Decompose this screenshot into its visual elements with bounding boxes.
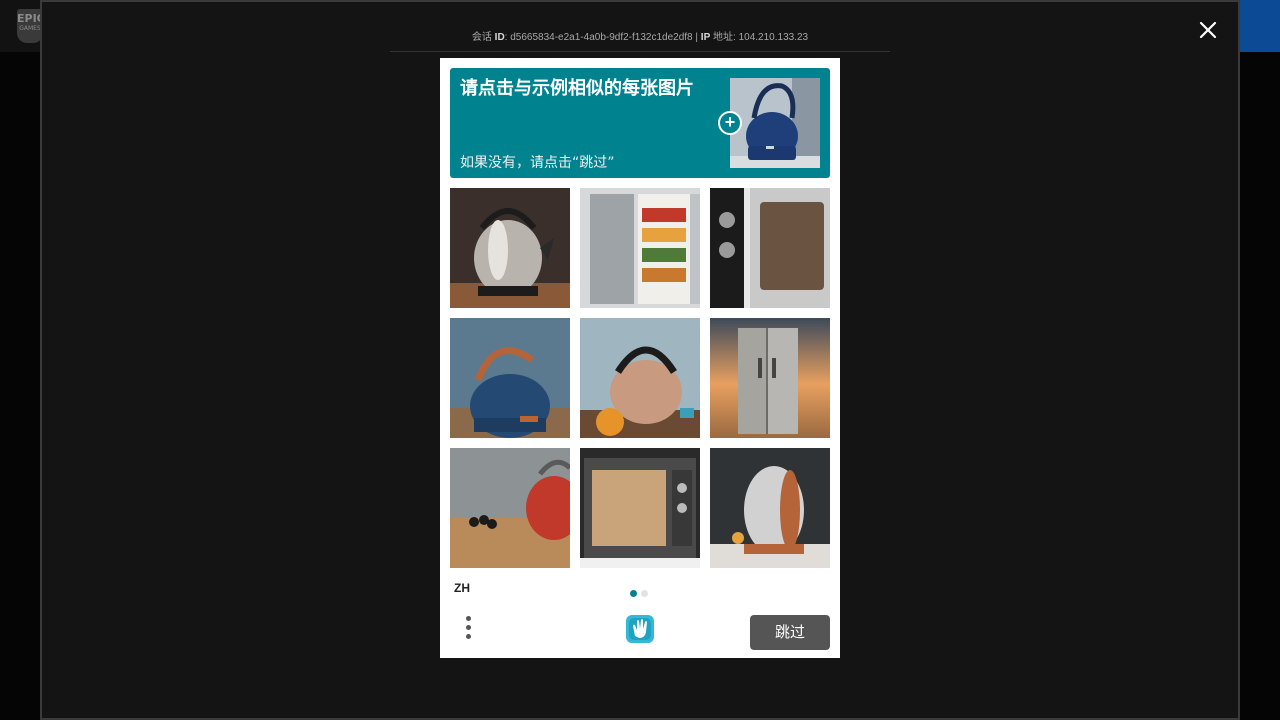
captcha-modal: 会话 ID: d5665834-e2a1-4a0b-9df2-f132c1de2… xyxy=(40,0,1240,720)
grid-image-6[interactable] xyxy=(710,318,830,438)
grid-image-2[interactable] xyxy=(580,188,700,308)
grid-image-9[interactable] xyxy=(710,448,830,568)
prompt-title: 请点击与示例相似的每张图片 xyxy=(460,78,694,99)
close-button[interactable] xyxy=(1196,18,1220,42)
language-selector[interactable]: ZH xyxy=(454,581,470,595)
grid-image-8[interactable] xyxy=(580,448,700,568)
session-id: d5665834-e2a1-4a0b-9df2-f132c1de2df8 xyxy=(510,32,693,43)
grid-image-1[interactable] xyxy=(450,188,570,308)
ip-label: IP xyxy=(700,32,711,43)
id-label: ID xyxy=(494,32,505,43)
divider xyxy=(390,51,890,52)
page-dot-2[interactable] xyxy=(641,590,648,597)
page-indicator xyxy=(630,584,652,597)
close-icon xyxy=(1199,21,1217,39)
ip-address: 104.210.133.23 xyxy=(738,32,809,43)
challenge-prompt: 请点击与示例相似的每张图片 如果没有，请点击“跳过” + xyxy=(450,68,830,178)
ip-suffix: 地址 xyxy=(713,32,734,43)
separator: | xyxy=(695,32,699,43)
grid-image-4[interactable] xyxy=(450,318,570,438)
grid-image-3[interactable] xyxy=(710,188,830,308)
more-vertical-icon[interactable] xyxy=(460,616,476,646)
grid-image-5[interactable] xyxy=(580,318,700,438)
example-image xyxy=(730,78,820,168)
image-grid xyxy=(450,188,830,568)
page-dot-1[interactable] xyxy=(630,590,637,597)
header-action-area[interactable] xyxy=(1236,0,1280,52)
grid-image-7[interactable] xyxy=(450,448,570,568)
hcaptcha-hand-icon xyxy=(623,612,657,646)
hcaptcha-challenge: 请点击与示例相似的每张图片 如果没有，请点击“跳过” + ZH 跳过 xyxy=(440,58,840,658)
session-label: 会话 xyxy=(471,32,492,43)
prompt-subtitle: 如果没有，请点击“跳过” xyxy=(460,155,615,171)
session-info: 会话 ID: d5665834-e2a1-4a0b-9df2-f132c1de2… xyxy=(471,32,809,43)
skip-button[interactable]: 跳过 xyxy=(750,615,830,650)
example-plus-badge: + xyxy=(718,111,742,135)
